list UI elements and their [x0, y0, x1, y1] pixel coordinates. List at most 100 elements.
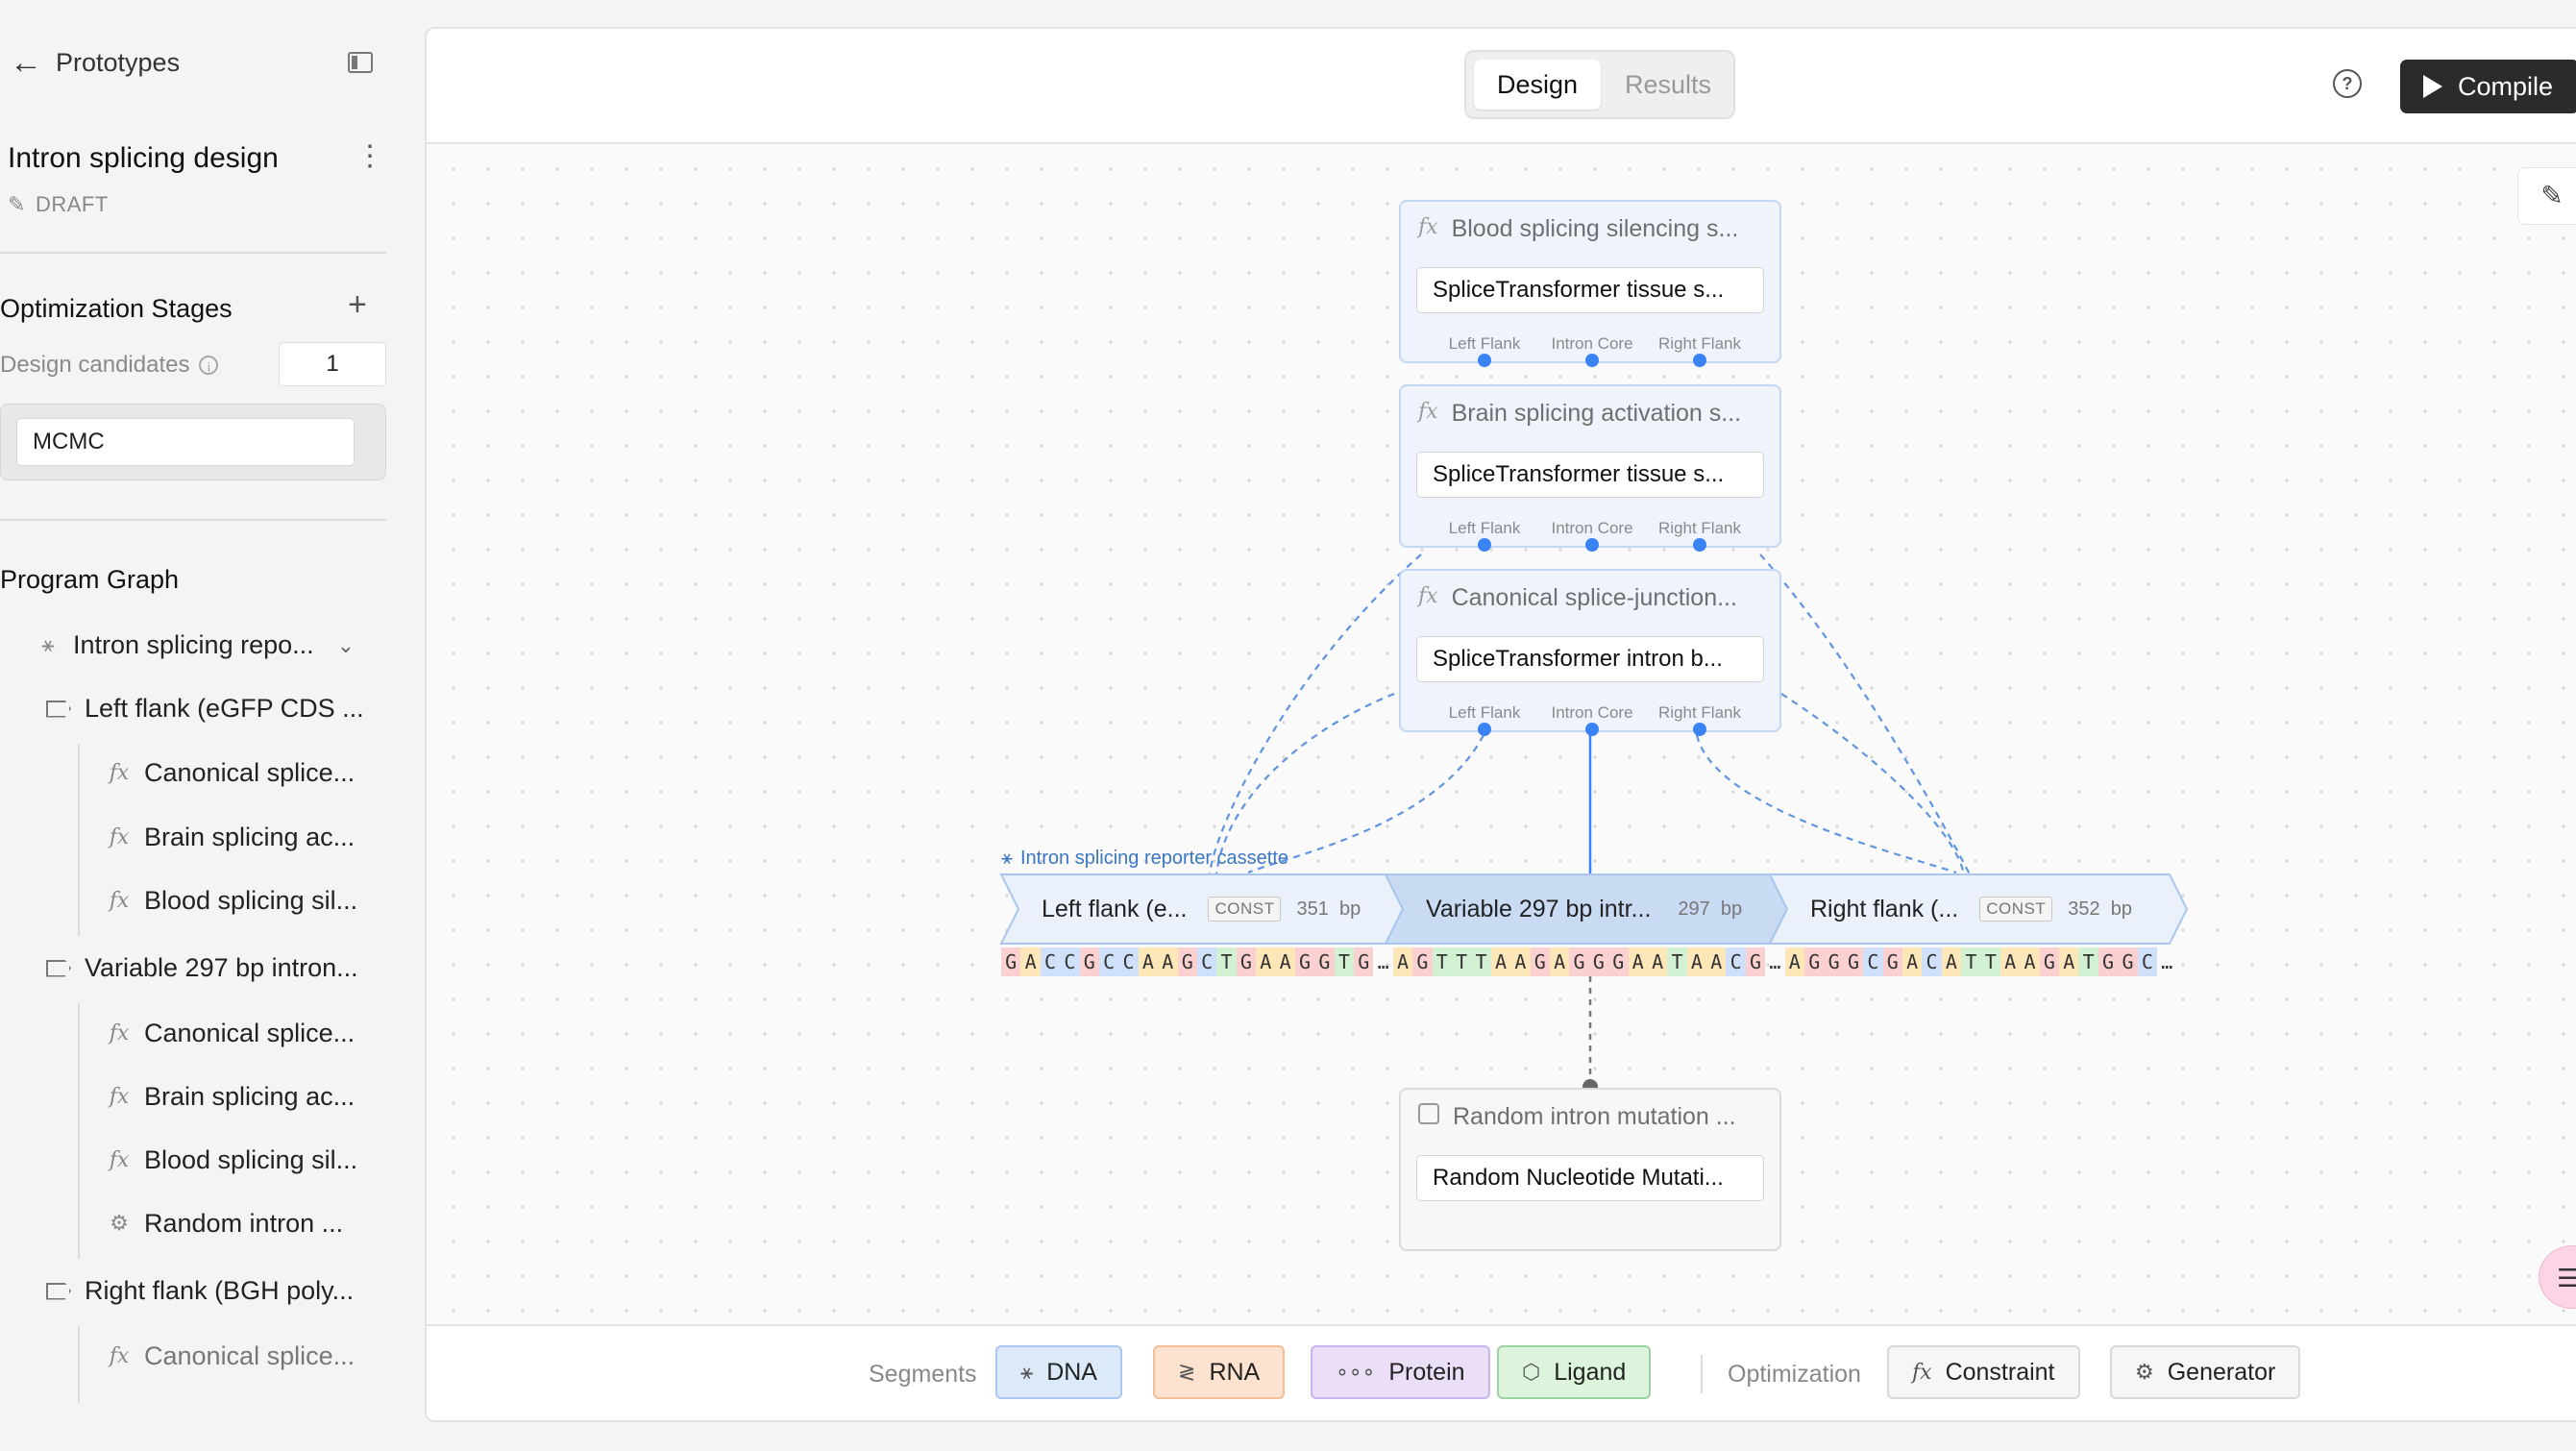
program-graph-title: Program Graph [0, 565, 180, 594]
function-icon: fx [109, 1085, 130, 1109]
tree-label: Brain splicing ac... [144, 823, 356, 851]
nucleotide: A [1510, 947, 1531, 976]
nucleotide: A [1158, 947, 1178, 976]
tree-constraint[interactable]: fx Blood splicing sil... [108, 1145, 357, 1175]
function-icon: fx [109, 1148, 130, 1172]
segment-name: Left flank (e... [1042, 895, 1188, 922]
sidebar-collapse-icon[interactable] [348, 52, 373, 73]
project-title: Intron splicing design [8, 142, 279, 174]
segment-variable-intron[interactable]: Variable 297 bp intr... 297 bp [1426, 874, 1768, 944]
nucleotide: A [1392, 947, 1413, 976]
nucleotide: A [1275, 947, 1295, 976]
nucleotide: G [1236, 947, 1257, 976]
nucleotide: T [2078, 947, 2098, 976]
nucleotide: G [2039, 947, 2060, 976]
add-generator-button[interactable]: ⚙ Generator [2110, 1345, 2301, 1399]
tree-segment-left-flank[interactable]: Left flank (eGFP CDS ... [46, 694, 364, 724]
construct-icon: ⚹ [41, 633, 55, 657]
nucleotide: T [1980, 947, 2000, 976]
add-rna-button[interactable]: ≷ RNA [1153, 1345, 1286, 1399]
info-icon[interactable]: i [199, 356, 219, 375]
tree-generator[interactable]: ⚙ Random intron ... [108, 1209, 343, 1239]
tree-label: Left flank (eGFP CDS ... [85, 694, 364, 723]
rna-icon: ≷ [1178, 1360, 1196, 1384]
design-canvas[interactable]: Design Results ? Compile ✎ fx Blood spli… [425, 27, 2576, 1422]
tree-root-construct[interactable]: ⚹ Intron splicing repo... ⌄ [37, 630, 355, 660]
chevron-down-icon[interactable]: ⌄ [337, 633, 355, 658]
stage-card: MCMC [0, 404, 386, 480]
tree-guide [78, 744, 80, 936]
divider [0, 519, 386, 521]
back-label: Prototypes [56, 47, 181, 77]
tree-constraint[interactable]: fx Canonical splice... [108, 1019, 355, 1048]
const-badge: CONST [1208, 897, 1282, 922]
nucleotide: G [1882, 947, 1902, 976]
function-icon: fx [109, 761, 130, 785]
generator-icon [1418, 1103, 1439, 1124]
tree-label: Canonical splice... [144, 1019, 356, 1047]
nucleotide: G [2118, 947, 2138, 976]
nucleotide: G [1001, 947, 1021, 976]
node-title-text: Random intron mutation ... [1453, 1103, 1736, 1130]
nucleotide: C [1098, 947, 1119, 976]
chip-label: Ligand [1554, 1358, 1627, 1386]
nucleotide: C [1922, 947, 1942, 976]
segment-name: Right flank (... [1810, 895, 1959, 922]
add-constraint-button[interactable]: fx Constraint [1887, 1345, 2080, 1399]
add-stage-icon[interactable]: + [348, 288, 367, 321]
nucleotide: A [1549, 947, 1570, 976]
status-badge: ✎ DRAFT [8, 192, 109, 217]
status-label: DRAFT [35, 192, 109, 216]
tree-constraint[interactable]: fx Brain splicing ac... [108, 823, 355, 852]
nucleotide: G [1177, 947, 1197, 976]
tree-constraint[interactable]: fx Canonical splice... [108, 758, 355, 788]
chip-label: RNA [1209, 1358, 1261, 1386]
length-value: 352 [2068, 898, 2100, 920]
design-candidates-input[interactable]: 1 [279, 342, 386, 386]
nucleotide: G [1608, 947, 1629, 976]
tree-constraint[interactable]: fx Brain splicing ac... [108, 1082, 355, 1112]
nucleotide: G [1804, 947, 1825, 976]
nucleotide: G [1843, 947, 1864, 976]
nucleotide: C [1118, 947, 1139, 976]
nucleotide: T [1667, 947, 1687, 976]
nucleotide: … [1377, 950, 1389, 973]
nucleotide: C [1060, 947, 1080, 976]
tree-constraint[interactable]: fx Blood splicing sil... [108, 886, 357, 916]
tree-segment-variable-intron[interactable]: Variable 297 bp intron... [46, 953, 358, 983]
nucleotide: T [1216, 947, 1237, 976]
nucleotide: G [1530, 947, 1550, 976]
stage-method-input[interactable]: MCMC [16, 418, 355, 466]
segment-length: 352 bp [2068, 898, 2132, 921]
segment-right-flank[interactable]: Right flank (... CONST 352 bp [1810, 874, 2168, 944]
segment-left-flank[interactable]: Left flank (e... CONST 351 bp [1042, 874, 1384, 944]
back-to-prototypes[interactable]: ← Prototypes [10, 46, 180, 79]
nucleotide: A [1628, 947, 1648, 976]
generator-icon: ⚙ [2135, 1360, 2154, 1384]
generator-icon: ⚙ [110, 1212, 129, 1236]
function-icon: fx [109, 825, 130, 849]
generator-node[interactable]: Random intron mutation ... Random Nucleo… [1399, 1088, 1781, 1251]
nucleotide: C [1196, 947, 1217, 976]
tree-label: Variable 297 bp intron... [85, 953, 358, 982]
tree-guide [78, 1326, 80, 1403]
length-value: 297 [1678, 898, 1710, 920]
generator-select[interactable]: Random Nucleotide Mutati... [1416, 1155, 1764, 1201]
add-ligand-button[interactable]: ⬡ Ligand [1497, 1345, 1652, 1399]
more-options-icon[interactable]: ⋮ [356, 142, 384, 171]
nucleotide: A [1999, 947, 2021, 976]
chip-label: Protein [1388, 1358, 1465, 1386]
nucleotide: A [1647, 947, 1668, 976]
tree-constraint[interactable]: fx Canonical splice... [108, 1341, 355, 1371]
add-dna-button[interactable]: ⚹ DNA [995, 1345, 1122, 1399]
add-protein-button[interactable]: ∘∘∘ Protein [1311, 1345, 1490, 1399]
tree-segment-right-flank[interactable]: Right flank (BGH poly... [46, 1276, 354, 1306]
nucleotide: G [1079, 947, 1099, 976]
arrow-left-icon: ← [10, 44, 42, 81]
const-badge: CONST [1979, 897, 2053, 922]
sidebar: ← Prototypes Intron splicing design ⋮ ✎ … [0, 0, 423, 1451]
segment-icon [46, 1282, 71, 1300]
chip-label: Generator [2167, 1358, 2276, 1386]
nucleotide: G [1824, 947, 1844, 976]
nucleotide: G [1314, 947, 1335, 976]
